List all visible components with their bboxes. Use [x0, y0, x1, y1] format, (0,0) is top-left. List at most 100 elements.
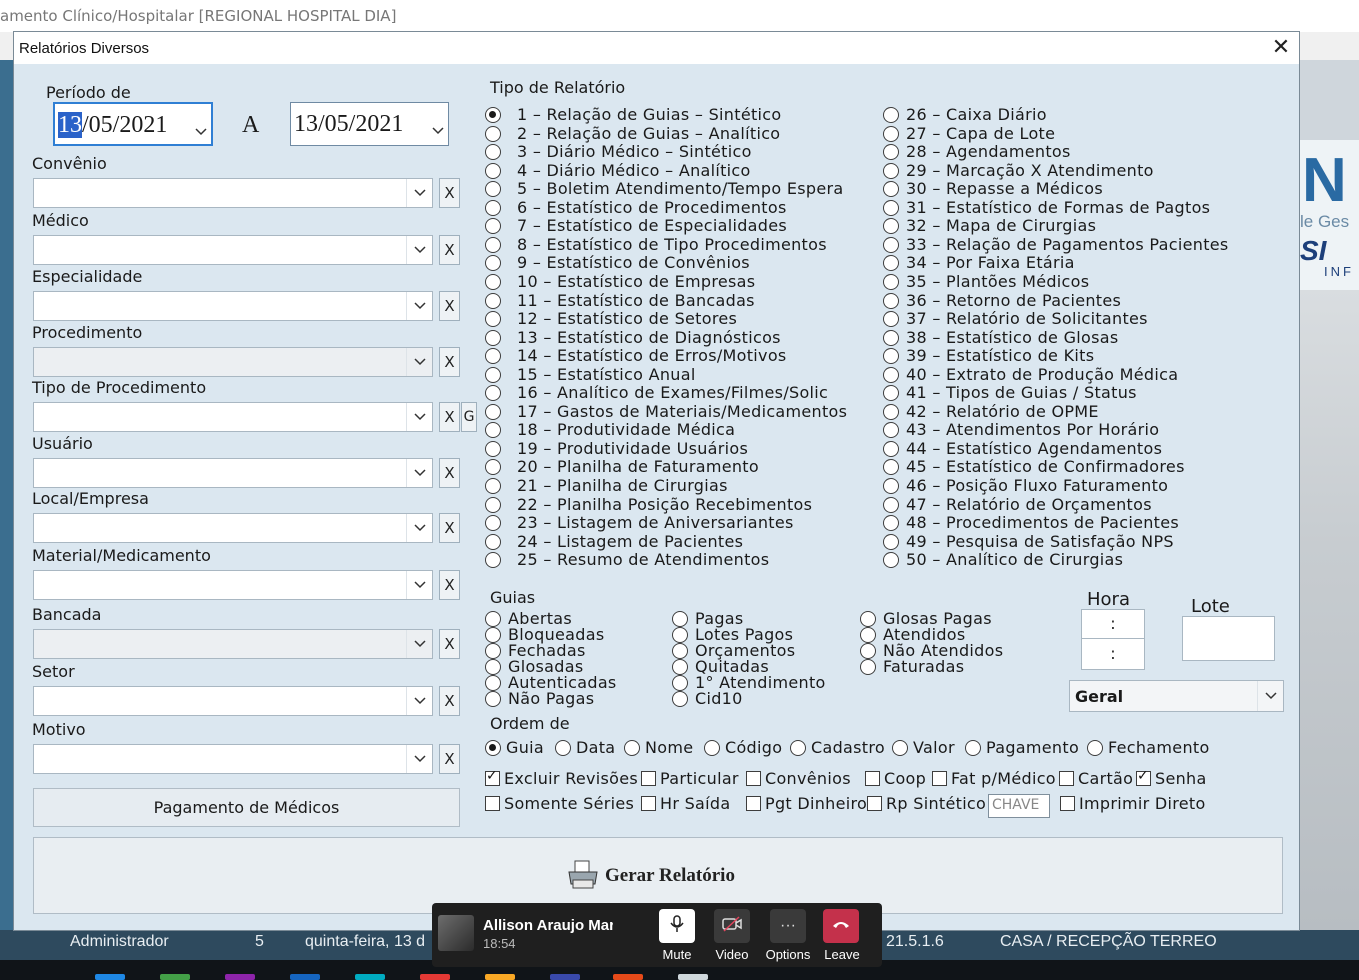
filter-3-clear-button[interactable]: X	[439, 347, 460, 377]
chevron-down-icon[interactable]	[406, 745, 432, 773]
guias-2-3-radio[interactable]	[672, 659, 688, 675]
taskbar-app-icon[interactable]	[95, 974, 125, 980]
report-option-47-radio[interactable]	[883, 496, 899, 513]
ordem-1-radio[interactable]	[555, 740, 571, 756]
ordem-2-radio[interactable]	[624, 740, 640, 756]
filter-4-clear-button[interactable]: X	[439, 402, 460, 432]
report-option-34-radio[interactable]	[883, 255, 899, 272]
option-r1-5-checkbox[interactable]	[1059, 771, 1074, 786]
filter-6-clear-button[interactable]: X	[439, 513, 460, 543]
chevron-down-icon[interactable]	[406, 571, 432, 599]
report-option-12-radio[interactable]	[485, 311, 501, 328]
taskbar-app-icon[interactable]	[678, 974, 708, 980]
filter-9-clear-button[interactable]: X	[439, 686, 460, 716]
report-option-38-radio[interactable]	[883, 329, 899, 346]
filter-2-clear-button[interactable]: X	[439, 291, 460, 321]
filter-10-combo[interactable]	[33, 744, 433, 774]
report-option-25-radio[interactable]	[485, 552, 501, 569]
guias-2-2-radio[interactable]	[672, 643, 688, 659]
filter-8-clear-button[interactable]: X	[439, 629, 460, 659]
taskbar-app-icon[interactable]	[355, 974, 385, 980]
chevron-down-icon[interactable]	[406, 630, 432, 658]
guias-1-2-radio[interactable]	[485, 643, 501, 659]
options-button[interactable]: ···	[770, 909, 806, 943]
filter-5-clear-button[interactable]: X	[439, 458, 460, 488]
hora-fim-field[interactable]: :	[1081, 638, 1145, 670]
chevron-down-icon[interactable]	[406, 459, 432, 487]
filter-3-combo[interactable]	[33, 347, 433, 377]
guias-2-0-radio[interactable]	[672, 611, 688, 627]
leave-button[interactable]	[823, 909, 859, 943]
report-option-36-radio[interactable]	[883, 292, 899, 309]
report-option-17-radio[interactable]	[485, 403, 501, 420]
ordem-4-radio[interactable]	[790, 740, 806, 756]
filter-0-combo[interactable]	[33, 178, 433, 208]
guias-2-5-radio[interactable]	[672, 691, 688, 707]
filter-0-clear-button[interactable]: X	[439, 178, 460, 208]
report-option-6-radio[interactable]	[485, 199, 501, 216]
guias-1-0-radio[interactable]	[485, 611, 501, 627]
report-option-28-radio[interactable]	[883, 144, 899, 161]
filter-6-combo[interactable]	[33, 513, 433, 543]
report-option-20-radio[interactable]	[485, 459, 501, 476]
report-option-10-radio[interactable]	[485, 273, 501, 290]
close-icon[interactable]: ✕	[1267, 34, 1295, 62]
report-option-15-radio[interactable]	[485, 366, 501, 383]
option-r1-2-checkbox[interactable]	[746, 771, 761, 786]
filter-8-combo[interactable]	[33, 629, 433, 659]
video-button[interactable]	[714, 909, 750, 943]
chevron-down-icon[interactable]	[406, 236, 432, 264]
report-option-31-radio[interactable]	[883, 199, 899, 216]
report-option-19-radio[interactable]	[485, 440, 501, 457]
taskbar-app-icon[interactable]	[160, 974, 190, 980]
filter-4-combo[interactable]	[33, 402, 433, 432]
report-option-8-radio[interactable]	[485, 236, 501, 253]
filter-5-combo[interactable]	[33, 458, 433, 488]
guias-3-0-radio[interactable]	[860, 611, 876, 627]
report-option-39-radio[interactable]	[883, 348, 899, 365]
report-option-40-radio[interactable]	[883, 366, 899, 383]
filter-4-g-button[interactable]: G	[461, 402, 477, 432]
ordem-7-radio[interactable]	[1087, 740, 1103, 756]
guias-1-4-radio[interactable]	[485, 675, 501, 691]
taskbar-app-icon[interactable]	[290, 974, 320, 980]
report-option-44-radio[interactable]	[883, 440, 899, 457]
chevron-down-icon[interactable]	[195, 116, 207, 143]
filter-7-clear-button[interactable]: X	[439, 570, 460, 600]
report-option-24-radio[interactable]	[485, 533, 501, 550]
lote-field[interactable]	[1182, 616, 1275, 661]
guias-2-1-radio[interactable]	[672, 627, 688, 643]
option-r1-4-checkbox[interactable]	[932, 771, 947, 786]
report-option-18-radio[interactable]	[485, 422, 501, 439]
report-option-22-radio[interactable]	[485, 496, 501, 513]
report-option-30-radio[interactable]	[883, 181, 899, 198]
filter-1-clear-button[interactable]: X	[439, 235, 460, 265]
ordem-0-radio[interactable]	[485, 740, 501, 756]
report-option-50-radio[interactable]	[883, 552, 899, 569]
report-option-46-radio[interactable]	[883, 478, 899, 494]
report-option-1-radio[interactable]	[485, 107, 501, 123]
report-option-45-radio[interactable]	[883, 459, 899, 476]
report-option-2-radio[interactable]	[485, 125, 501, 142]
chave-field[interactable]: CHAVE	[988, 794, 1050, 818]
option-r1-3-checkbox[interactable]	[865, 771, 880, 786]
chevron-down-icon[interactable]	[406, 179, 432, 207]
option-r2-2-checkbox[interactable]	[746, 796, 761, 811]
guias-3-3-radio[interactable]	[860, 659, 876, 675]
guias-3-2-radio[interactable]	[860, 643, 876, 659]
option-r2-4-checkbox[interactable]	[1060, 796, 1075, 811]
ordem-6-radio[interactable]	[965, 740, 981, 756]
option-r2-1-checkbox[interactable]	[641, 796, 656, 811]
report-option-42-radio[interactable]	[883, 403, 899, 420]
report-option-32-radio[interactable]	[883, 218, 899, 235]
report-option-5-radio[interactable]	[485, 181, 501, 198]
chevron-down-icon[interactable]	[406, 348, 432, 376]
report-option-29-radio[interactable]	[883, 162, 899, 179]
chevron-down-icon[interactable]	[406, 514, 432, 542]
report-option-48-radio[interactable]	[883, 515, 899, 532]
taskbar-app-icon[interactable]	[485, 974, 515, 980]
report-option-49-radio[interactable]	[883, 533, 899, 550]
taskbar-app-icon[interactable]	[550, 974, 580, 980]
chevron-down-icon[interactable]	[1257, 681, 1283, 711]
report-option-13-radio[interactable]	[485, 329, 501, 346]
